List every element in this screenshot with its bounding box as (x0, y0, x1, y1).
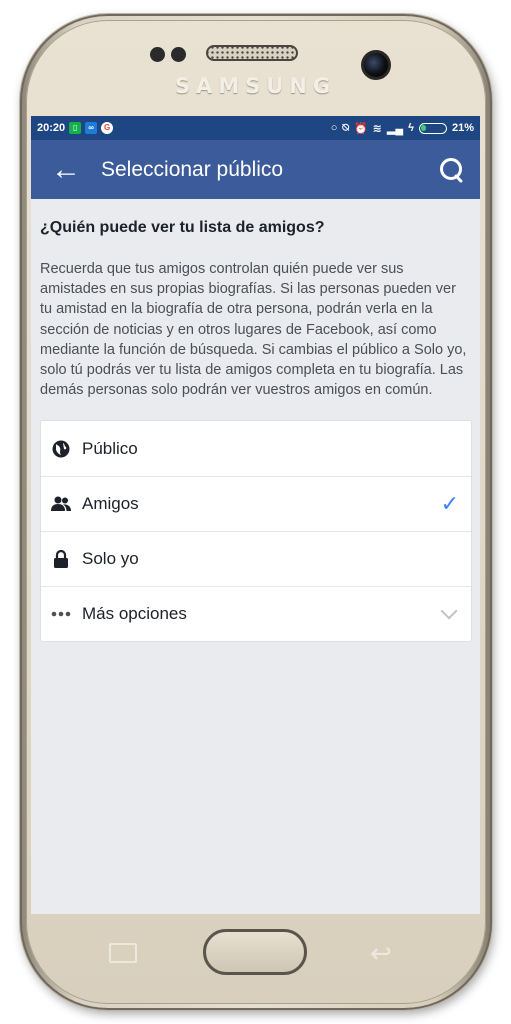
lock-icon (51, 549, 71, 569)
status-bar: 20:20 ▯ ∞ G ○ ⍉ ⏰ ≋ ▂▄ ϟ 21% (31, 116, 480, 140)
notification-app-icon: ▯ (69, 122, 82, 134)
more-dots-icon (51, 604, 71, 624)
friends-icon (51, 494, 71, 514)
option-only-me[interactable]: Solo yo (41, 531, 471, 586)
option-public[interactable]: Público (41, 421, 471, 476)
question-heading: ¿Quién puede ver tu lista de amigos? (40, 219, 325, 236)
phone-screen: 20:20 ▯ ∞ G ○ ⍉ ⏰ ≋ ▂▄ ϟ 21% ← Seleccion… (31, 116, 480, 914)
home-button[interactable] (203, 929, 307, 975)
wifi-icon: ≋ (372, 122, 382, 135)
option-friends[interactable]: Amigos ✓ (41, 476, 471, 531)
battery-icon (418, 122, 447, 134)
recent-apps-icon[interactable] (109, 943, 137, 963)
audience-panel: ¿Quién puede ver tu lista de amigos? Rec… (31, 199, 480, 643)
earpiece-speaker (206, 45, 298, 61)
sync-icon: ○ (330, 122, 338, 134)
option-label: Solo yo (82, 549, 139, 569)
status-time: 20:20 (37, 122, 66, 134)
globe-icon (51, 439, 71, 459)
option-label: Amigos (82, 494, 139, 514)
chevron-down-icon[interactable] (440, 602, 458, 620)
charging-icon: ϟ (408, 122, 414, 134)
sensor-dot (171, 47, 186, 62)
signal-icon: ▂▄ (386, 122, 404, 135)
sensor-dot (150, 47, 165, 62)
audience-options-list: Público Amigos ✓ Solo yo Más opciones (40, 420, 472, 643)
option-more[interactable]: Más opciones (41, 586, 471, 641)
checkmark-icon: ✓ (440, 491, 459, 517)
back-arrow-icon[interactable]: ← (51, 154, 81, 185)
silent-bell-icon: ⍉ (342, 121, 349, 134)
app-bar: ← Seleccionar público (31, 140, 480, 199)
cloud-app-icon: ∞ (85, 122, 98, 134)
battery-percent: 21% (451, 122, 474, 134)
brand-logo: SAMSUNG (174, 74, 337, 98)
option-label: Más opciones (82, 604, 187, 624)
option-label: Público (82, 438, 138, 458)
alarm-icon: ⏰ (353, 122, 368, 135)
description-text: Recuerda que tus amigos controlan quién … (40, 261, 467, 399)
page-title: Seleccionar público (101, 157, 284, 181)
search-icon[interactable] (438, 156, 466, 184)
google-icon: G (101, 122, 114, 134)
back-key-icon[interactable]: ↩ (370, 938, 392, 969)
